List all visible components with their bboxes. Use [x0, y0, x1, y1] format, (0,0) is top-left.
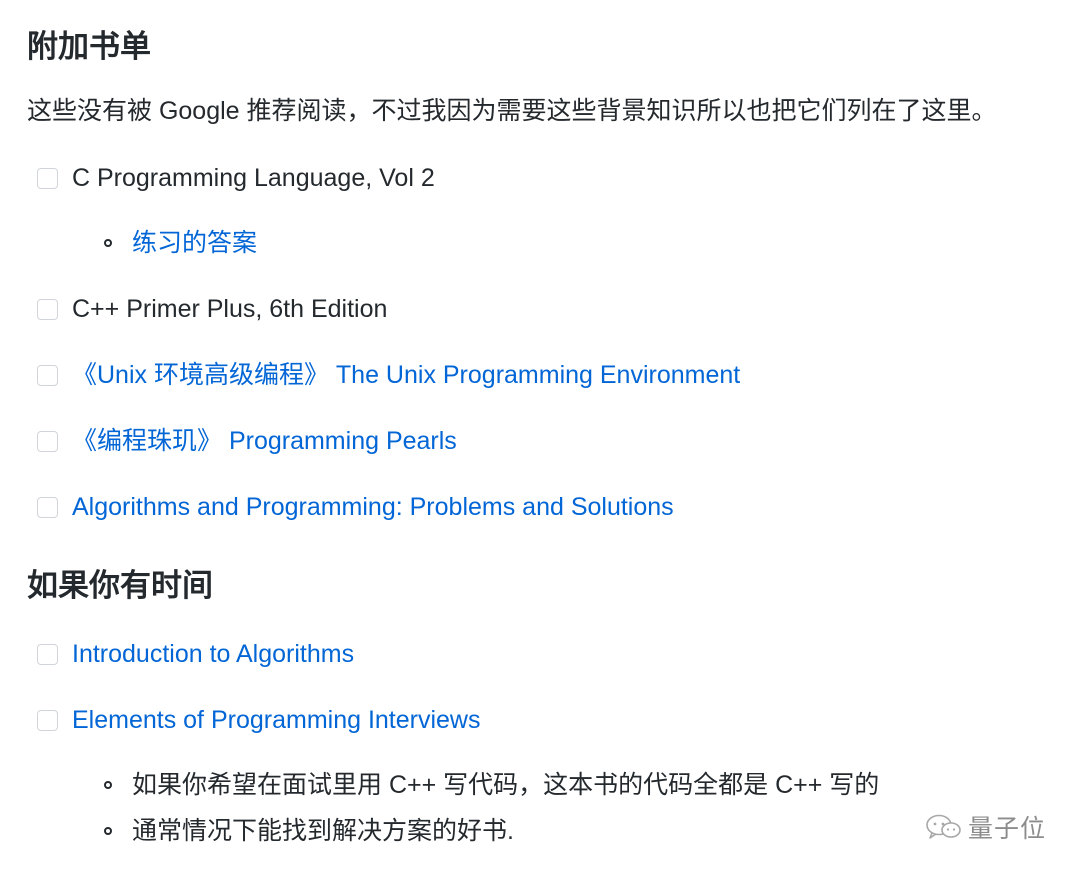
task-item-elements-of-programming-interviews: Elements of Programming Interviews — [37, 702, 480, 738]
sub-list-item-text: 通常情况下能找到解决方案的好书. — [132, 817, 514, 845]
algorithms-and-programming-link[interactable]: Algorithms and Programming: Problems and… — [72, 489, 674, 525]
unix-programming-environment-link[interactable]: 《Unix 环境高级编程》 The Unix Programming Envir… — [72, 357, 740, 393]
section-heading-if-you-have-time: 如果你有时间 — [27, 568, 213, 603]
watermark-text: 量子位 — [968, 815, 1047, 843]
task-checkbox[interactable] — [37, 298, 58, 320]
sub-list-item: 如果你希望在面试里用 C++ 写代码，这本书的代码全都是 C++ 写的 — [104, 767, 879, 803]
elements-of-programming-interviews-link[interactable]: Elements of Programming Interviews — [72, 702, 480, 738]
task-item-label: C++ Primer Plus, 6th Edition — [72, 295, 388, 323]
bullet-icon — [104, 781, 112, 789]
intro-paragraph: 这些没有被 Google 推荐阅读，不过我因为需要这些背景知识所以也把它们列在了… — [27, 97, 997, 125]
task-item-algorithms-and-programming: Algorithms and Programming: Problems and… — [37, 489, 674, 525]
task-checkbox[interactable] — [37, 167, 58, 189]
bullet-icon — [104, 239, 112, 247]
sub-list-item-exercise-answers: 练习的答案 — [104, 225, 257, 261]
section-heading-extra-books: 附加书单 — [27, 29, 151, 64]
bullet-icon — [104, 827, 112, 835]
exercise-answers-link[interactable]: 练习的答案 — [132, 225, 257, 261]
task-checkbox[interactable] — [37, 496, 58, 518]
task-item-introduction-to-algorithms: Introduction to Algorithms — [37, 636, 354, 672]
task-item-cpp-primer-plus: C++ Primer Plus, 6th Edition — [37, 291, 387, 327]
programming-pearls-link[interactable]: 《编程珠玑》 Programming Pearls — [72, 423, 457, 459]
watermark: 量子位 — [924, 809, 1046, 845]
task-item-programming-pearls: 《编程珠玑》 Programming Pearls — [37, 423, 457, 459]
task-checkbox[interactable] — [37, 364, 58, 386]
task-checkbox[interactable] — [37, 709, 58, 731]
task-item-unix-programming-environment: 《Unix 环境高级编程》 The Unix Programming Envir… — [37, 357, 740, 393]
introduction-to-algorithms-link[interactable]: Introduction to Algorithms — [72, 636, 354, 672]
sub-list-item: 通常情况下能找到解决方案的好书. — [104, 813, 514, 849]
task-checkbox[interactable] — [37, 643, 58, 665]
task-checkbox[interactable] — [37, 430, 58, 452]
sub-list-item-text: 如果你希望在面试里用 C++ 写代码，这本书的代码全都是 C++ 写的 — [132, 771, 880, 799]
wechat-icon — [926, 814, 961, 839]
task-item-c-programming-language: C Programming Language, Vol 2 — [37, 160, 435, 196]
task-item-label: C Programming Language, Vol 2 — [72, 164, 435, 192]
